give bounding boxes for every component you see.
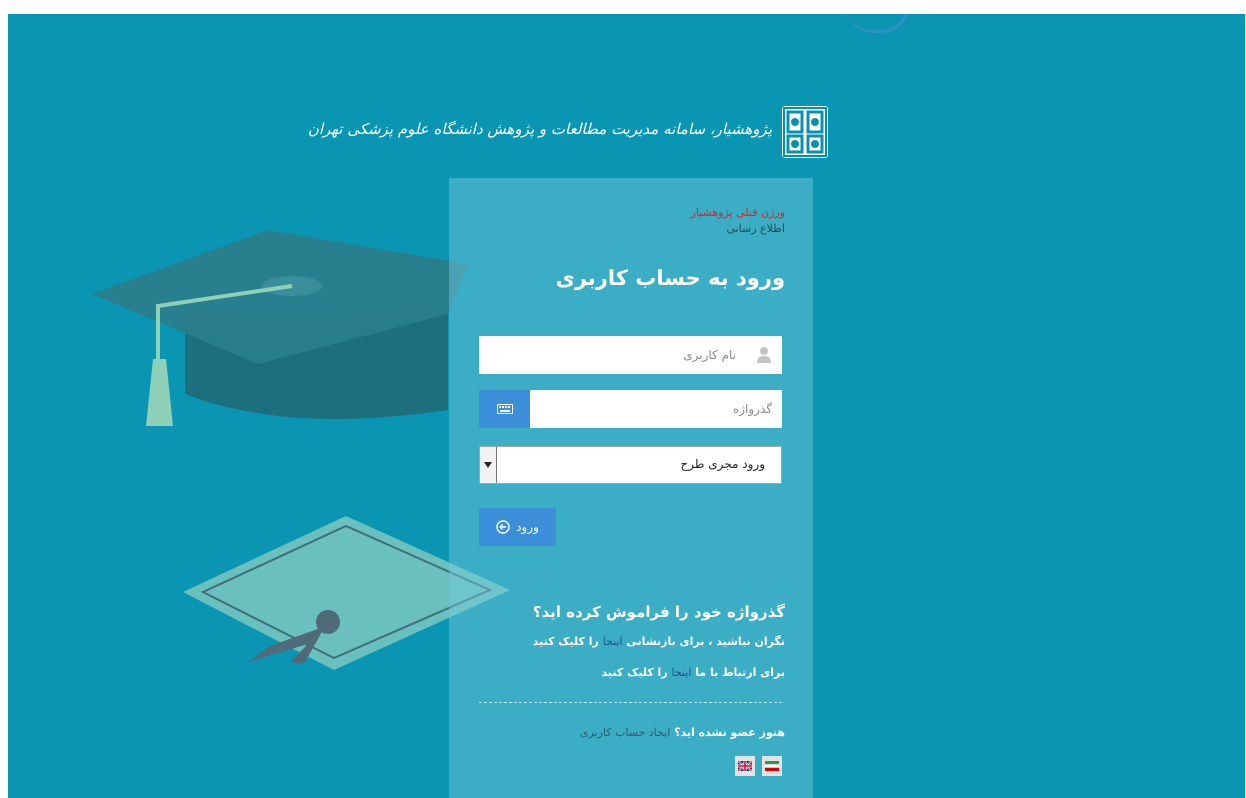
username-input[interactable] [486, 336, 746, 374]
restore-prefix: نگران نباشید ، برای بازنشانی [622, 635, 785, 648]
user-icon [756, 346, 772, 364]
login-button-label: ورود [516, 520, 539, 534]
role-select-value: ورود مجری طرح [680, 457, 765, 471]
contact-suffix: را کلیک کنید [601, 666, 672, 679]
virtual-keyboard-button[interactable] [479, 390, 530, 428]
password-field [479, 390, 782, 428]
graduation-cap-icon [92, 230, 468, 426]
password-input[interactable] [532, 390, 782, 428]
site-title: پژوهشیار، سامانه مدیریت مطالعات و پژوهش … [307, 120, 772, 138]
sign-in-arrow-icon [496, 520, 510, 534]
language-persian-button[interactable] [762, 756, 782, 776]
register-prompt: هنوز عضو نشده اید؟ [670, 726, 785, 739]
contact-us-link[interactable]: اینجا [671, 666, 691, 679]
login-title: ورود به حساب کاربری [555, 266, 785, 290]
restore-password-link[interactable]: اینجا [603, 635, 623, 648]
contact-prefix: برای ارتباط با ما [691, 666, 785, 679]
chevron-down-icon[interactable] [480, 447, 497, 483]
username-field [479, 336, 782, 374]
login-panel: ورژن قبلی پژوهشیار اطلاع رسانی ورود به ح… [449, 178, 813, 798]
register-text: هنوز عضو نشده اید؟ ایجاد حساب کاربری [580, 726, 785, 739]
uk-flag-icon [738, 761, 752, 771]
page-background: پژوهشیار، سامانه مدیریت مطالعات و پژوهش … [8, 14, 1245, 798]
university-logo-icon [782, 106, 828, 158]
keyboard-icon [496, 404, 513, 414]
login-button[interactable]: ورود [479, 508, 556, 546]
restore-suffix: را کلیک کنید [532, 635, 603, 648]
iran-flag-icon [765, 761, 779, 771]
info-link[interactable]: اطلاع رسانی [726, 222, 785, 235]
forgot-password-title: گذرواژه خود را فراموش کرده اید؟ [532, 603, 785, 621]
role-select[interactable]: ورود مجری طرح [479, 446, 782, 484]
contact-us-text: برای ارتباط با ما اینجا را کلیک کنید [602, 666, 785, 679]
register-link[interactable]: ایجاد حساب کاربری [580, 726, 670, 739]
language-english-button[interactable] [735, 756, 755, 776]
site-header: پژوهشیار، سامانه مدیریت مطالعات و پژوهش … [308, 106, 828, 158]
restore-password-text: نگران نباشید ، برای بازنشانی اینجا را کل… [533, 635, 785, 648]
divider [479, 702, 782, 703]
previous-version-link[interactable]: ورژن قبلی پژوهشیار [691, 206, 785, 219]
